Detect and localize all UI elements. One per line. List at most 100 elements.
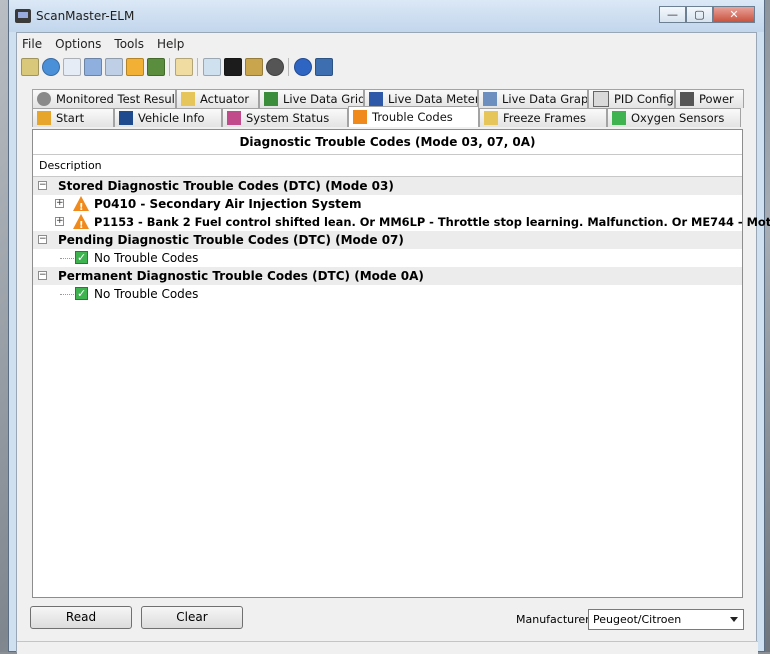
no-codes-text: No Trouble Codes bbox=[94, 287, 199, 301]
gear-icon bbox=[37, 92, 51, 106]
group-label: Stored Diagnostic Trouble Codes (DTC) (M… bbox=[58, 179, 394, 193]
menu-options[interactable]: Options bbox=[50, 35, 109, 55]
warning-icon bbox=[73, 214, 89, 235]
tab-freeze-frames[interactable]: Freeze Frames bbox=[479, 108, 607, 127]
menu-tools[interactable]: Tools bbox=[109, 35, 152, 55]
tab-vehicle-info[interactable]: Vehicle Info bbox=[114, 108, 222, 127]
tab-label: Live Data Grid bbox=[283, 92, 364, 106]
sensor-icon bbox=[612, 111, 626, 125]
tree-group-stored[interactable]: − Stored Diagnostic Trouble Codes (DTC) … bbox=[33, 177, 742, 195]
home-icon bbox=[37, 111, 51, 125]
tree-line bbox=[60, 294, 74, 295]
read-button[interactable]: Read bbox=[30, 606, 132, 629]
minimize-button[interactable]: — bbox=[659, 6, 686, 23]
gauge-icon[interactable] bbox=[265, 58, 284, 76]
clear-button[interactable]: Clear bbox=[141, 606, 243, 629]
ok-icon bbox=[75, 249, 88, 267]
tree-item-dtc[interactable]: + P1153 - Bank 2 Fuel control shifted le… bbox=[33, 213, 770, 235]
tabs-row-front: Start Vehicle Info System Status Trouble… bbox=[32, 106, 741, 127]
clipboard-icon[interactable] bbox=[174, 58, 193, 76]
chevron-down-icon bbox=[730, 617, 738, 622]
info-icon[interactable] bbox=[293, 58, 312, 76]
maximize-button[interactable]: ▢ bbox=[686, 6, 713, 23]
collapse-icon[interactable]: − bbox=[38, 271, 47, 280]
column-header-description[interactable]: Description bbox=[33, 155, 742, 177]
hand-icon bbox=[484, 111, 498, 125]
tab-pid-config[interactable]: PID Config bbox=[588, 89, 675, 108]
toolbar-separator bbox=[169, 58, 170, 76]
power-icon bbox=[680, 92, 694, 106]
search-icon[interactable] bbox=[202, 58, 221, 76]
tab-label: Vehicle Info bbox=[138, 111, 205, 125]
terminal-icon[interactable] bbox=[223, 58, 242, 76]
info-icon bbox=[119, 111, 133, 125]
tree-group-permanent[interactable]: − Permanent Diagnostic Trouble Codes (DT… bbox=[33, 267, 742, 285]
tab-monitored-test-results[interactable]: Monitored Test Results bbox=[32, 89, 176, 108]
tab-start[interactable]: Start bbox=[32, 108, 114, 127]
tab-label: System Status bbox=[246, 111, 330, 125]
tab-power[interactable]: Power bbox=[675, 89, 744, 108]
group-label: Permanent Diagnostic Trouble Codes (DTC)… bbox=[58, 269, 424, 283]
manufacturer-label: Manufacturer bbox=[516, 613, 590, 626]
dtc-text: P0410 - Secondary Air Injection System bbox=[94, 197, 362, 211]
ok-icon bbox=[75, 285, 88, 303]
graph-icon[interactable] bbox=[104, 58, 123, 76]
window-title: ScanMaster-ELM bbox=[36, 9, 135, 23]
person-icon[interactable] bbox=[146, 58, 165, 76]
app-icon bbox=[15, 9, 31, 23]
tab-label: Power bbox=[699, 92, 734, 106]
tab-label: Start bbox=[56, 111, 85, 125]
tab-actuator[interactable]: Actuator bbox=[176, 89, 259, 108]
menu-bar: File Options Tools Help bbox=[17, 35, 192, 55]
tab-label: Trouble Codes bbox=[372, 110, 453, 124]
tree-item-no-codes[interactable]: No Trouble Codes bbox=[33, 285, 742, 303]
tab-system-status[interactable]: System Status bbox=[222, 108, 348, 127]
expand-icon[interactable]: + bbox=[55, 199, 64, 208]
collapse-icon[interactable]: − bbox=[38, 235, 47, 244]
toolbar-separator bbox=[288, 58, 289, 76]
doc-icon bbox=[593, 91, 609, 107]
tab-label: Monitored Test Results bbox=[56, 92, 176, 106]
dtc-text: P1153 - Bank 2 Fuel control shifted lean… bbox=[94, 215, 770, 229]
tab-live-data-graph[interactable]: Live Data Graph bbox=[478, 89, 588, 108]
no-codes-text: No Trouble Codes bbox=[94, 251, 199, 265]
connect-icon[interactable] bbox=[20, 58, 39, 76]
tab-label: PID Config bbox=[614, 92, 674, 106]
graph-icon bbox=[483, 92, 497, 106]
hand-icon bbox=[181, 92, 195, 106]
grid-icon[interactable] bbox=[83, 58, 102, 76]
tree-item-dtc[interactable]: + P0410 - Secondary Air Injection System bbox=[33, 195, 742, 217]
expand-icon[interactable]: + bbox=[55, 217, 64, 226]
tab-label: Actuator bbox=[200, 92, 250, 106]
warning-icon bbox=[353, 110, 367, 124]
close-button[interactable]: ✕ bbox=[713, 6, 755, 23]
client-area: File Options Tools Help Monitored Test R… bbox=[16, 32, 770, 654]
toolbar-separator bbox=[197, 58, 198, 76]
group-label: Pending Diagnostic Trouble Codes (DTC) (… bbox=[58, 233, 404, 247]
chart-icon[interactable] bbox=[125, 58, 144, 76]
app-window: ScanMaster-ELM — ▢ ✕ File Options Tools … bbox=[8, 0, 770, 654]
exit-icon[interactable] bbox=[314, 58, 333, 76]
globe-icon[interactable] bbox=[41, 58, 60, 76]
grid-icon bbox=[264, 92, 278, 106]
tree-item-no-codes[interactable]: No Trouble Codes bbox=[33, 249, 742, 267]
tab-oxygen-sensors[interactable]: Oxygen Sensors bbox=[607, 108, 741, 127]
vehicle-info-icon[interactable] bbox=[62, 58, 81, 76]
panel-caption: Diagnostic Trouble Codes (Mode 03, 07, 0… bbox=[33, 130, 742, 155]
tree-line bbox=[60, 258, 74, 259]
tab-label: Live Data Graph bbox=[502, 92, 588, 106]
title-bar[interactable]: ScanMaster-ELM — ▢ ✕ bbox=[9, 0, 764, 32]
menu-file[interactable]: File bbox=[17, 35, 50, 55]
tab-label: Freeze Frames bbox=[503, 111, 586, 125]
battery-icon[interactable] bbox=[244, 58, 263, 76]
toolbar bbox=[19, 55, 334, 79]
manufacturer-select[interactable]: Peugeot/Citroen bbox=[588, 609, 744, 630]
menu-help[interactable]: Help bbox=[152, 35, 192, 55]
tree-group-pending[interactable]: − Pending Diagnostic Trouble Codes (DTC)… bbox=[33, 231, 742, 249]
meter-icon bbox=[369, 92, 383, 106]
trouble-codes-panel: Diagnostic Trouble Codes (Mode 03, 07, 0… bbox=[32, 129, 770, 598]
tab-label: Oxygen Sensors bbox=[631, 111, 725, 125]
tab-trouble-codes[interactable]: Trouble Codes bbox=[348, 106, 479, 127]
tab-label: Live Data Meter bbox=[388, 92, 478, 106]
collapse-icon[interactable]: − bbox=[38, 181, 47, 190]
